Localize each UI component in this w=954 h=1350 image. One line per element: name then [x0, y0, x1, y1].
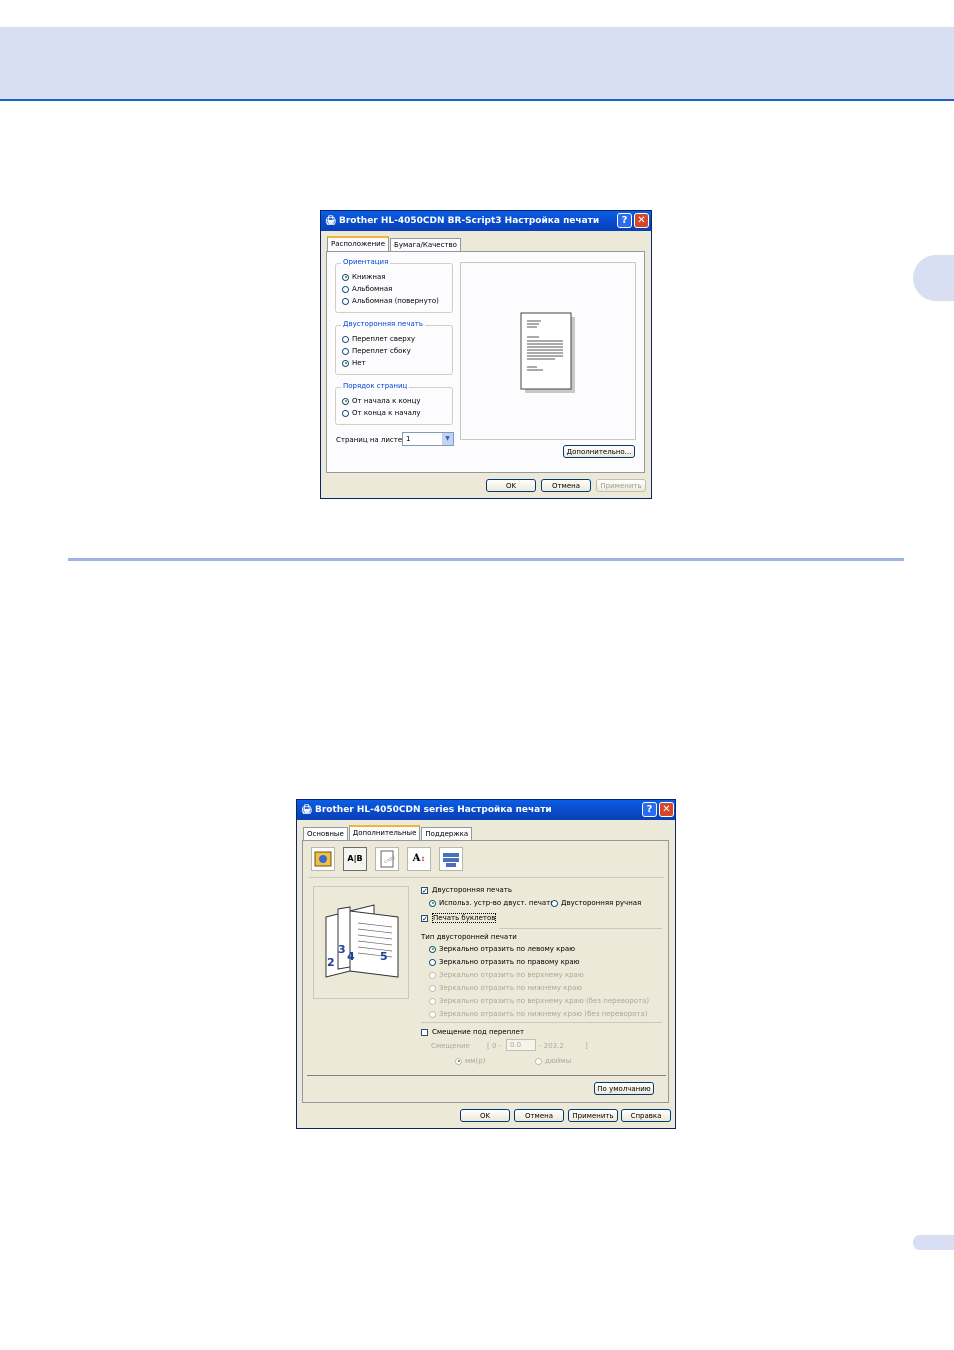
help-button[interactable]: Справка — [621, 1109, 671, 1122]
booklet-page-2: 2 — [327, 956, 335, 969]
duplex-group: Двусторонняя печать Переплет сверху Пере… — [335, 320, 453, 375]
duplex-checkbox[interactable]: ✓ Двусторонняя печать — [421, 886, 512, 894]
duplex-type-divider — [499, 928, 662, 929]
ok-button[interactable]: OK — [460, 1109, 510, 1122]
dialog-titlebar: 🖨 Brother HL-4050CDN BR-Script3 Настройк… — [321, 211, 651, 231]
default-button[interactable]: По умолчанию — [594, 1082, 654, 1095]
device-options-icon[interactable] — [439, 847, 463, 871]
mirror-bottom-radio[interactable]: Зеркально отразить по нижнему краю — [429, 984, 582, 992]
mirror-top-radio[interactable]: Зеркально отразить по верхнему краю — [429, 971, 584, 979]
tab-support[interactable]: Поддержка — [421, 827, 473, 841]
duplex-manual-radio[interactable]: Двусторонняя ручная — [551, 899, 641, 907]
mirror-left-radio[interactable]: Зеркально отразить по левому краю — [429, 945, 575, 953]
offset-input[interactable]: 0.0 — [506, 1039, 536, 1051]
layout-preview — [460, 262, 636, 440]
booklet-page-3: 3 — [338, 943, 346, 956]
chapter-tab — [913, 255, 954, 301]
offset-range-start: [ 0 - — [487, 1042, 502, 1050]
order-back-to-front[interactable]: От конца к началу — [342, 409, 421, 417]
mirror-bottom-noflip-radio[interactable]: Зеркально отразить по нижнему краю (без … — [429, 1010, 648, 1018]
duplex-device-radio[interactable]: Использ. устр-во двуст. печати — [429, 899, 555, 907]
duplex-icon[interactable]: A|B — [343, 847, 367, 871]
booklet-page-5: 5 — [380, 950, 388, 963]
duplex-title: Двусторонняя печать — [341, 320, 425, 328]
printer-icon: 🖨 — [325, 216, 337, 226]
tab-paper-quality[interactable]: Бумага/Качество — [390, 238, 461, 252]
apply-button[interactable]: Применить — [568, 1109, 618, 1122]
chevron-down-icon: ▼ — [442, 433, 453, 445]
booklet-preview: 3 4 2 5 — [313, 886, 409, 999]
layout-panel: Ориентация Книжная Альбомная Альбомная (… — [326, 251, 645, 473]
page-number-tab — [913, 1235, 954, 1250]
printer-icon: 🖨 — [301, 805, 313, 815]
help-title-button[interactable]: ? — [642, 802, 657, 817]
quality-icon[interactable] — [311, 847, 335, 871]
cancel-button[interactable]: Отмена — [514, 1109, 564, 1122]
booklet-page-4: 4 — [347, 950, 355, 963]
dialog-title: Brother HL-4050CDN series Настройка печа… — [315, 805, 552, 815]
page-order-group: Порядок страниц От начала к концу От кон… — [335, 382, 453, 425]
bottom-divider — [307, 1075, 666, 1076]
advanced-dialog: 🖨 Brother HL-4050CDN series Настройка пе… — [296, 799, 676, 1129]
orientation-group: Ориентация Книжная Альбомная Альбомная (… — [335, 258, 453, 313]
ok-button[interactable]: OK — [486, 479, 536, 492]
mirror-top-noflip-radio[interactable]: Зеркально отразить по верхнему краю (без… — [429, 997, 649, 1005]
pages-per-sheet-label: Страниц на листе: — [336, 436, 405, 444]
advanced-panel: A|B copy A↕ 3 4 2 5 ✓ Двусторонняя печат… — [302, 840, 669, 1103]
duplex-none[interactable]: Нет — [342, 359, 366, 367]
watermark-icon[interactable]: copy — [375, 847, 399, 871]
page-setting-icon[interactable]: A↕ — [407, 847, 431, 871]
unit-inch-radio[interactable]: дюймы — [535, 1057, 571, 1065]
duplex-type-title: Тип двусторонней печати — [421, 933, 517, 941]
apply-button[interactable]: Применить — [596, 479, 646, 492]
advanced-button[interactable]: Дополнительно... — [563, 445, 635, 458]
cancel-button[interactable]: Отмена — [541, 479, 591, 492]
orientation-portrait[interactable]: Книжная — [342, 273, 385, 281]
page-preview-icon — [520, 312, 575, 393]
offset-divider — [421, 1022, 662, 1023]
section-rule — [68, 558, 904, 561]
unit-mm-radio[interactable]: мм(p) — [455, 1057, 485, 1065]
dialog-titlebar: 🖨 Brother HL-4050CDN series Настройка пе… — [297, 800, 675, 820]
tab-basic[interactable]: Основные — [303, 827, 348, 841]
close-button[interactable]: ✕ — [659, 802, 674, 817]
dialog-title: Brother HL-4050CDN BR-Script3 Настройка … — [339, 216, 600, 226]
offset-range-bracket: ] — [585, 1042, 588, 1050]
help-title-button[interactable]: ? — [617, 213, 632, 228]
order-front-to-back[interactable]: От начала к концу — [342, 397, 421, 405]
orientation-landscape[interactable]: Альбомная — [342, 285, 392, 293]
close-button[interactable]: ✕ — [634, 213, 649, 228]
booklet-checkbox[interactable]: ✓ Печать буклетов — [421, 913, 497, 923]
offset-label: Смещение — [431, 1042, 470, 1050]
layout-dialog: 🖨 Brother HL-4050CDN BR-Script3 Настройк… — [320, 210, 652, 499]
duplex-top-binding[interactable]: Переплет сверху — [342, 335, 415, 343]
toolbar-separator — [309, 877, 664, 878]
binding-offset-checkbox[interactable]: Смещение под переплет — [421, 1028, 524, 1036]
header-band — [0, 27, 954, 101]
page-order-title: Порядок страниц — [341, 382, 410, 390]
duplex-side-binding[interactable]: Переплет сбоку — [342, 347, 411, 355]
orientation-landscape-rotated[interactable]: Альбомная (повернуто) — [342, 297, 439, 305]
mirror-right-radio[interactable]: Зеркально отразить по правому краю — [429, 958, 580, 966]
orientation-title: Ориентация — [341, 258, 391, 266]
pages-per-sheet-select[interactable]: 1 ▼ — [402, 432, 454, 446]
offset-range-end: - 203.2 — [539, 1042, 564, 1050]
